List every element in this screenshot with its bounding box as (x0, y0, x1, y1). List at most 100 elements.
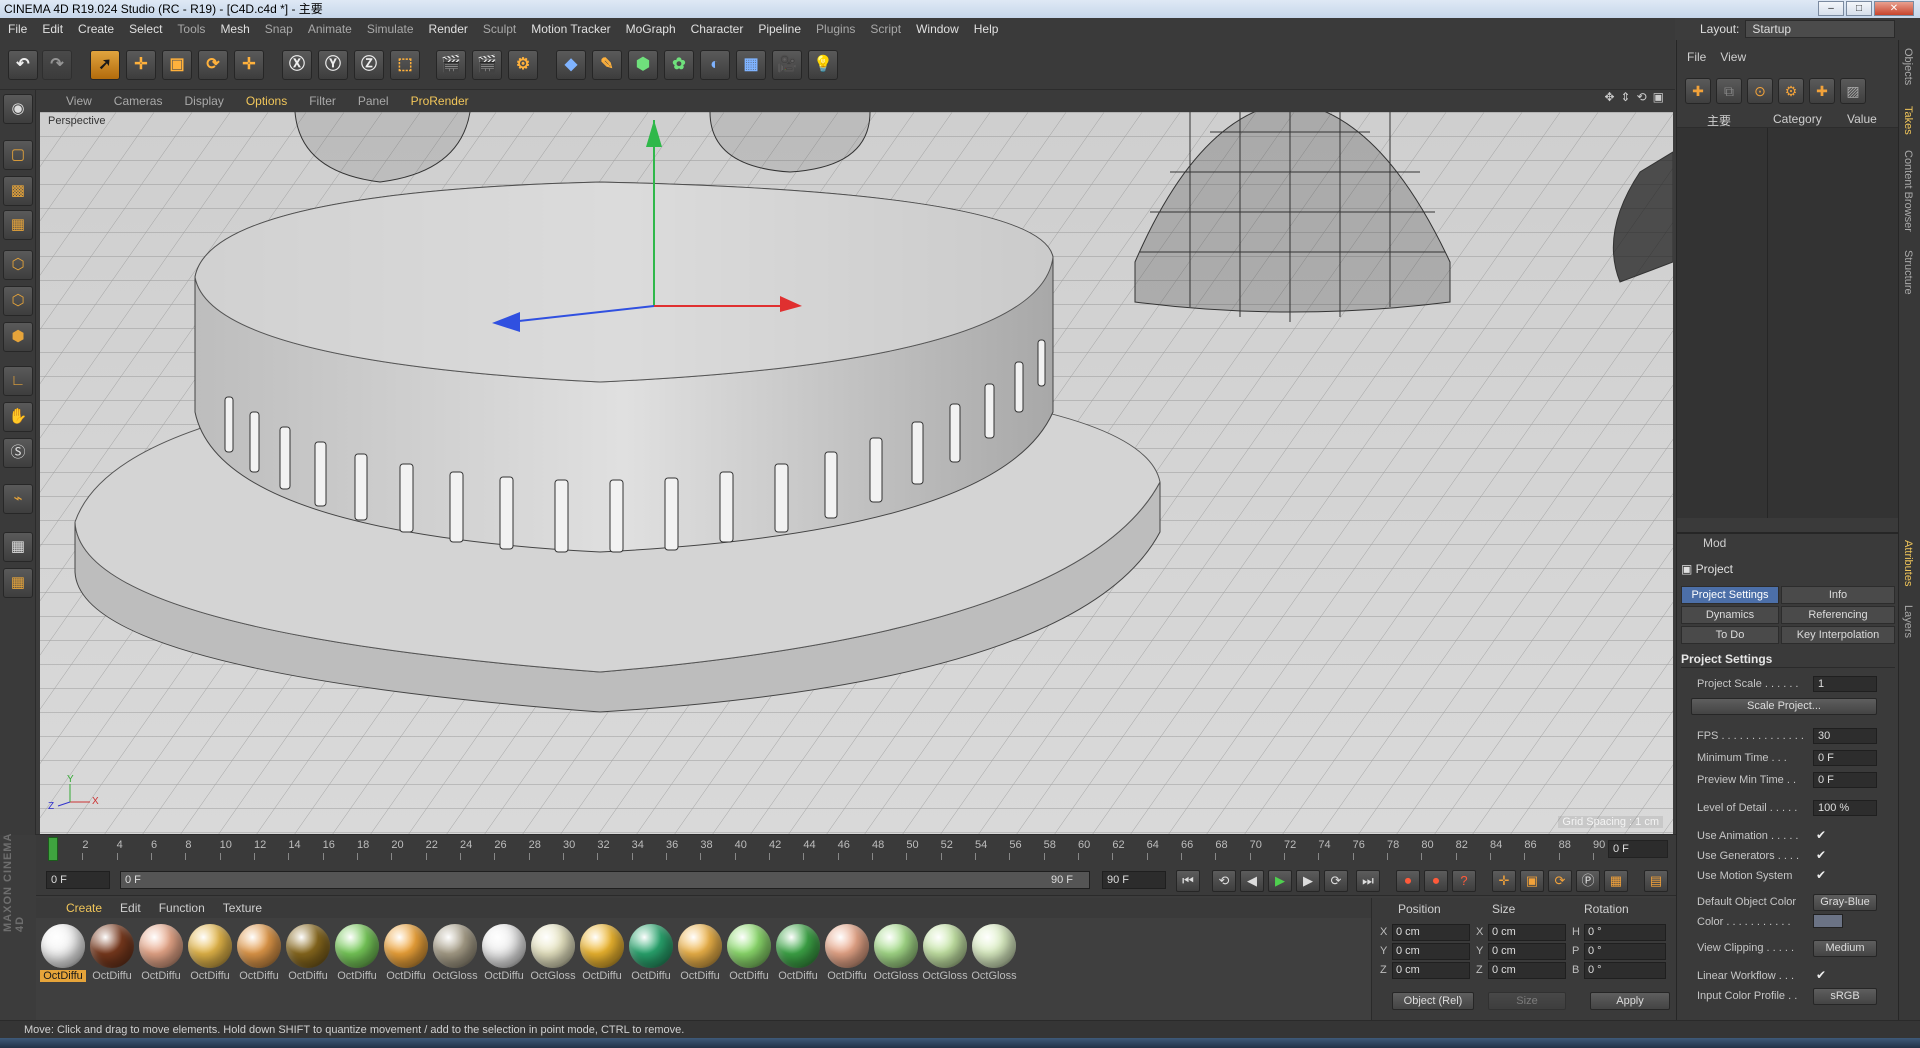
axis-mode-icon[interactable]: ∟ (3, 366, 33, 396)
min-time-field[interactable]: 0 F (1813, 750, 1877, 766)
layout-dropdown[interactable]: Startup (1745, 20, 1896, 38)
maximize-button[interactable]: □ (1846, 1, 1872, 16)
viewport-menu-filter[interactable]: Filter (309, 94, 336, 108)
minimize-button[interactable]: – (1818, 1, 1844, 16)
pos-y-field[interactable]: 0 cm (1392, 943, 1470, 960)
material-swatch[interactable]: OctDiffu (89, 924, 135, 984)
prev-frame-icon[interactable]: ◀ (1240, 870, 1264, 892)
material-swatch[interactable]: OctGloss (873, 924, 919, 984)
menu-script[interactable]: Script (870, 22, 901, 36)
tab-key-interpolation[interactable]: Key Interpolation (1781, 626, 1895, 644)
model-mode-icon[interactable]: ▢ (3, 140, 33, 170)
menu-animate[interactable]: Animate (308, 22, 352, 36)
object-menu-view[interactable]: View (1720, 50, 1746, 68)
preview-min-field[interactable]: 0 F (1813, 772, 1877, 788)
size-mode-dropdown[interactable]: Size (1488, 992, 1566, 1010)
redo-icon[interactable]: ↷ (42, 50, 72, 80)
view-clipping-dropdown[interactable]: Medium (1813, 940, 1877, 957)
material-swatch[interactable]: OctDiffu (726, 924, 772, 984)
viewport-menu-view[interactable]: View (66, 94, 92, 108)
key-param-icon[interactable]: Ⓟ (1576, 870, 1600, 892)
pan-view-icon[interactable]: ✥ (1604, 90, 1614, 104)
fps-field[interactable]: 30 (1813, 728, 1877, 744)
scale-tool-icon[interactable]: ▣ (162, 50, 192, 80)
rot-h-field[interactable]: 0 ° (1584, 924, 1666, 941)
side-tab-objects[interactable]: Objects (1902, 48, 1914, 85)
playhead[interactable] (48, 837, 58, 861)
key-position-icon[interactable]: ✛ (1492, 870, 1516, 892)
coordinate-system-icon[interactable]: ⬚ (390, 50, 420, 80)
material-swatch[interactable]: OctDiffu (775, 924, 821, 984)
3d-viewport[interactable]: X Y Z Perspective Grid Spacing : 1 cm (40, 112, 1673, 834)
pos-x-field[interactable]: 0 cm (1392, 924, 1470, 941)
lock-overrides-icon[interactable]: ✚ (1809, 78, 1835, 104)
key-rotation-icon[interactable]: ⟳ (1548, 870, 1572, 892)
viewport-menu-panel[interactable]: Panel (358, 94, 389, 108)
edges-mode-icon[interactable]: ⬡ (3, 286, 33, 316)
default-color-dropdown[interactable]: Gray-Blue (1813, 894, 1877, 911)
undo-icon[interactable]: ↶ (8, 50, 38, 80)
pen-spline-icon[interactable]: ✎ (592, 50, 622, 80)
light-icon[interactable]: 💡 (808, 50, 838, 80)
menu-file[interactable]: File (8, 22, 27, 36)
material-menu-create[interactable]: Create (66, 901, 102, 915)
tab-referencing[interactable]: Referencing (1781, 606, 1895, 624)
workplane-icon[interactable]: ▦ (3, 210, 33, 240)
object-menu-file[interactable]: File (1687, 50, 1706, 68)
menu-tools[interactable]: Tools (177, 22, 205, 36)
timeline[interactable]: 0246810121416182022242628303234363840424… (36, 834, 1676, 864)
locked-workplane-icon[interactable]: ▦ (3, 568, 33, 598)
play-icon[interactable]: ▶ (1268, 870, 1292, 892)
menu-sculpt[interactable]: Sculpt (483, 22, 516, 36)
next-key-icon[interactable]: ⟳ (1324, 870, 1348, 892)
menu-simulate[interactable]: Simulate (367, 22, 414, 36)
objects-list[interactable] (1677, 128, 1899, 518)
current-frame-field[interactable]: 0 F (1608, 840, 1668, 858)
subdivision-icon[interactable]: ⬢ (628, 50, 658, 80)
record-keys-icon[interactable]: ⏺ (1396, 870, 1420, 892)
material-swatch[interactable]: OctGloss (922, 924, 968, 984)
attr-menu-mode[interactable]: Mod (1703, 536, 1726, 554)
autokey-icon[interactable]: ⏺ (1424, 870, 1448, 892)
use-animation-checkbox[interactable]: ✔ (1816, 828, 1826, 842)
material-menu-texture[interactable]: Texture (223, 901, 262, 915)
lod-field[interactable]: 100 % (1813, 800, 1877, 816)
cube-icon[interactable]: ◆ (556, 50, 586, 80)
material-swatch[interactable]: OctDiffu (236, 924, 282, 984)
z-axis-lock-icon[interactable]: Ⓩ (354, 50, 384, 80)
side-tab-layers[interactable]: Layers (1902, 605, 1914, 638)
menu-plugins[interactable]: Plugins (816, 22, 855, 36)
coord-mode-dropdown[interactable]: Object (Rel) (1392, 992, 1474, 1010)
material-swatch[interactable]: OctGloss (432, 924, 478, 984)
menu-edit[interactable]: Edit (42, 22, 63, 36)
material-swatch[interactable]: OctDiffu (481, 924, 527, 984)
solo-mode-icon[interactable]: Ⓢ (3, 438, 33, 468)
material-swatch[interactable]: OctDiffu (677, 924, 723, 984)
deformer-icon[interactable]: ◐ (700, 50, 730, 80)
material-swatch[interactable]: OctDiffu (383, 924, 429, 984)
apply-button[interactable]: Apply (1590, 992, 1670, 1010)
tab-dynamics[interactable]: Dynamics (1681, 606, 1779, 624)
rotate-view-icon[interactable]: ⟲ (1637, 90, 1647, 104)
timeline-ruler[interactable]: 0246810121416182022242628303234363840424… (48, 839, 1608, 861)
scale-project-button[interactable]: Scale Project... (1691, 698, 1877, 715)
zoom-view-icon[interactable]: ⇕ (1621, 90, 1631, 104)
size-x-field[interactable]: 0 cm (1488, 924, 1566, 941)
keyframe-selection-icon[interactable]: ? (1452, 870, 1476, 892)
viewport-menu-cameras[interactable]: Cameras (114, 94, 163, 108)
make-editable-icon[interactable]: ◉ (3, 94, 33, 124)
texture-mode-icon[interactable]: ▩ (3, 176, 33, 206)
workplane-lock-icon[interactable]: ▦ (3, 532, 33, 562)
floor-icon[interactable]: ▦ (736, 50, 766, 80)
menu-render[interactable]: Render (429, 22, 468, 36)
filter-icon[interactable]: ▨ (1840, 78, 1866, 104)
rot-p-field[interactable]: 0 ° (1584, 943, 1666, 960)
use-motion-checkbox[interactable]: ✔ (1816, 868, 1826, 882)
side-tab-content-browser[interactable]: Content Browser (1902, 150, 1914, 232)
material-swatch[interactable]: OctDiffu (187, 924, 233, 984)
next-frame-icon[interactable]: ▶ (1296, 870, 1320, 892)
side-tab-takes[interactable]: Takes (1902, 106, 1914, 135)
tab-todo[interactable]: To Do (1681, 626, 1779, 644)
viewport-menu-display[interactable]: Display (184, 94, 223, 108)
input-profile-dropdown[interactable]: sRGB (1813, 988, 1877, 1005)
